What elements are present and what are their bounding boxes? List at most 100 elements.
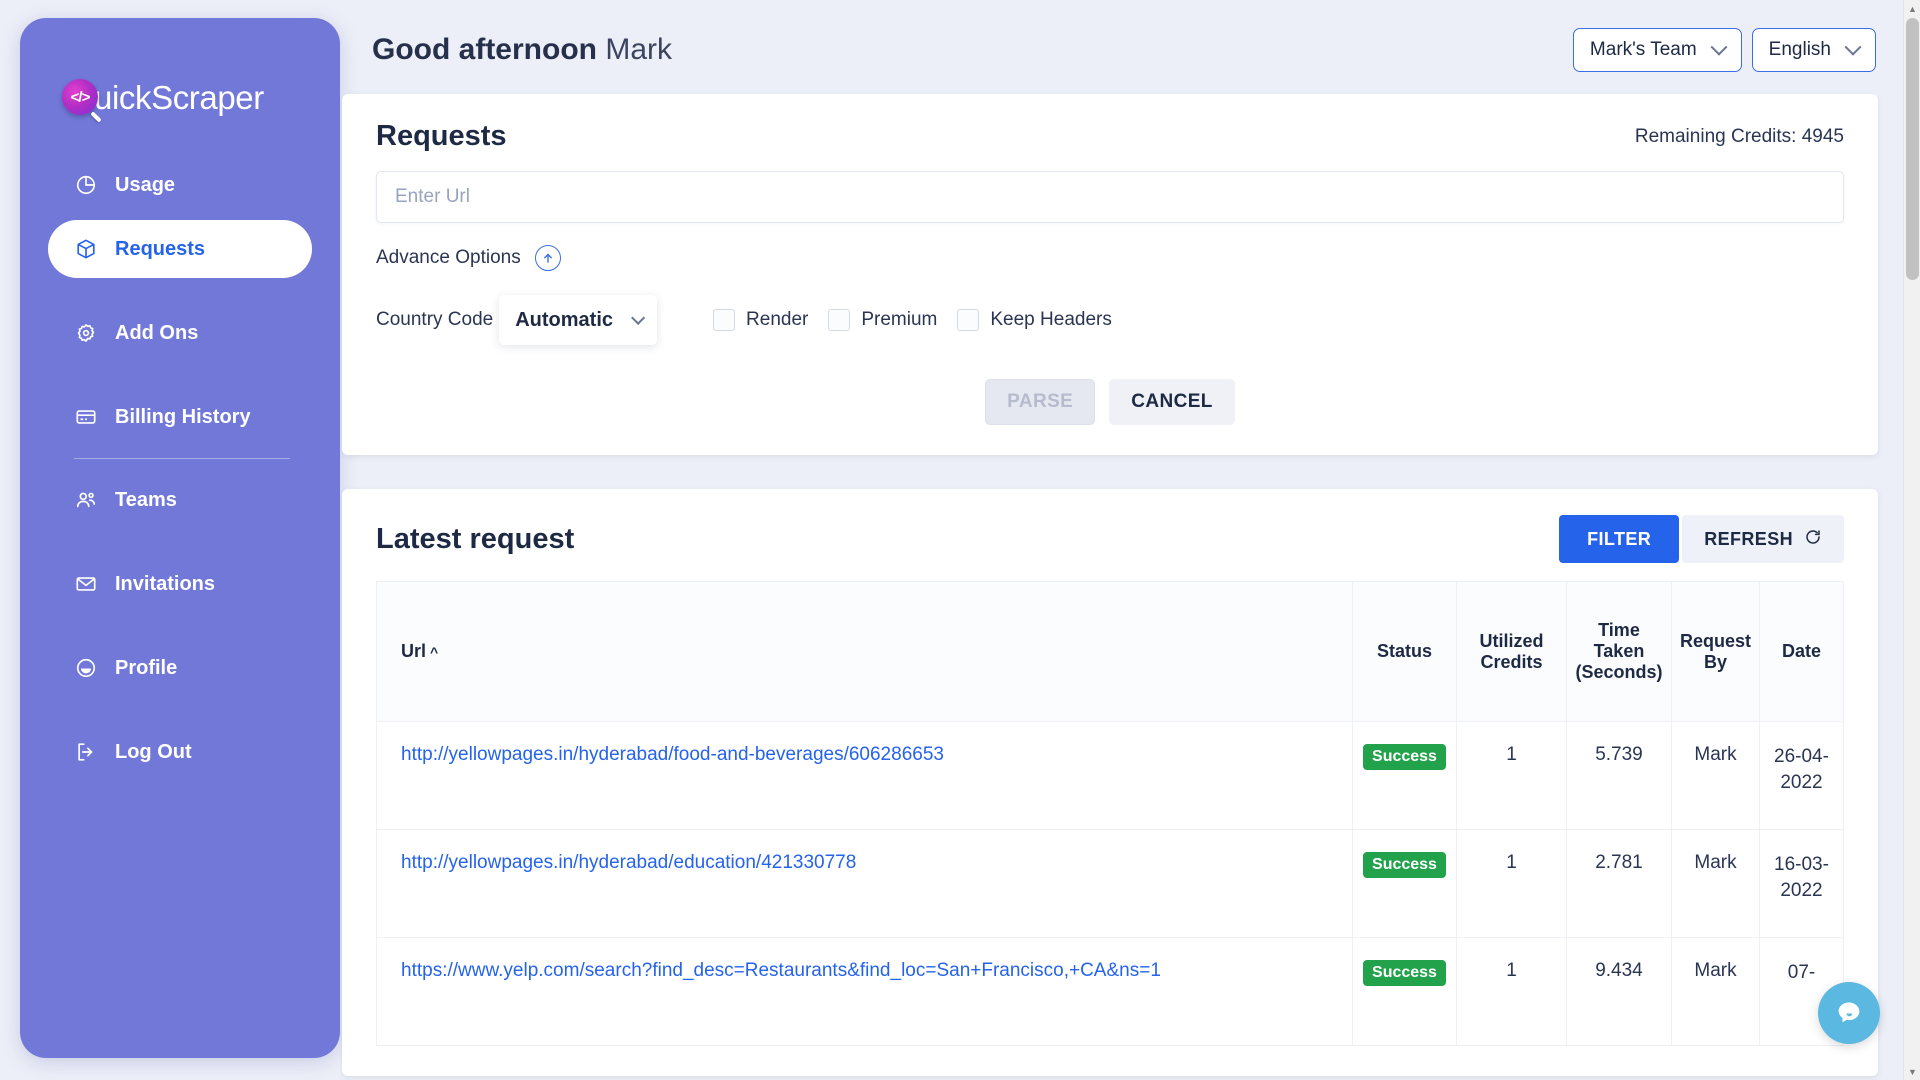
brand-logo-area: </> uickScraper	[20, 18, 340, 128]
sidebar-divider	[74, 458, 290, 459]
sidebar-item-profile[interactable]: Profile	[48, 639, 312, 697]
cell-date: 16-03-2022	[1759, 829, 1844, 938]
latest-request-title: Latest request	[376, 522, 575, 555]
requests-card: Requests Remaining Credits: 4945 Advance…	[342, 94, 1878, 455]
language-selector-label: English	[1768, 39, 1831, 60]
requests-table: Url ^ Status Utilized Credits Time Taken …	[376, 581, 1844, 1046]
sidebar-item-label: Profile	[115, 656, 178, 679]
envelope-icon	[74, 572, 98, 596]
filter-button[interactable]: FILTER	[1559, 515, 1680, 563]
table-header: Url ^ Status Utilized Credits Time Taken …	[376, 581, 1844, 722]
sidebar-item-add-ons[interactable]: Add Ons	[48, 304, 312, 362]
gear-icon	[74, 321, 98, 345]
advance-options-label: Advance Options	[376, 247, 521, 268]
brand-name: uickScraper	[94, 78, 264, 116]
sidebar-item-label: Billing History	[115, 405, 251, 428]
parse-button[interactable]: PARSE	[985, 379, 1096, 425]
sidebar-item-label: Requests	[115, 237, 206, 260]
column-header-status[interactable]: Status	[1351, 581, 1457, 722]
sidebar-item-usage[interactable]: Usage	[48, 156, 312, 214]
option-checkboxes: Render Premium Keep Headers	[713, 309, 1112, 331]
greeting-text: Good afternoon	[372, 33, 597, 66]
sidebar-item-invitations[interactable]: Invitations	[48, 555, 312, 613]
sidebar-item-label: Teams	[115, 488, 177, 511]
sidebar-item-billing-history[interactable]: Billing History	[48, 388, 312, 446]
column-header-utilized-credits[interactable]: Utilized Credits	[1455, 581, 1567, 722]
users-icon	[74, 488, 98, 512]
chevron-down-icon	[1710, 38, 1728, 56]
country-code-value: Automatic	[515, 308, 614, 331]
checkbox-box[interactable]	[957, 309, 980, 331]
cell-status: Success	[1351, 721, 1457, 830]
country-code-select[interactable]: Automatic	[499, 295, 658, 345]
latest-request-card: Latest request FILTER REFRESH Url ^ Stat…	[342, 489, 1878, 1076]
cell-time: 5.739	[1565, 721, 1672, 830]
sidebar-item-log-out[interactable]: Log Out	[48, 723, 312, 781]
column-header-request-by[interactable]: Request By	[1670, 581, 1761, 722]
page-title: Good afternoon Mark	[372, 33, 672, 67]
column-header-url[interactable]: Url ^	[376, 581, 1353, 722]
page-scrollbar[interactable]: ▲ ▼	[1903, 0, 1920, 1080]
cell-status: Success	[1351, 937, 1457, 1046]
checkbox-box[interactable]	[713, 309, 736, 331]
column-header-time-taken[interactable]: Time Taken (Seconds)	[1565, 581, 1672, 722]
status-badge: Success	[1363, 744, 1446, 770]
scroll-up-arrow-icon[interactable]: ▲	[1904, 0, 1920, 17]
cell-url: http://yellowpages.in/hyderabad/food-and…	[376, 721, 1353, 830]
sidebar: </> uickScraper Usage Requests Add Ons B…	[20, 18, 340, 1058]
team-selector[interactable]: Mark's Team	[1572, 28, 1742, 72]
chat-widget-button[interactable]	[1818, 982, 1880, 1044]
checkbox-label: Keep Headers	[990, 309, 1112, 330]
team-selector-label: Mark's Team	[1589, 39, 1697, 60]
cell-request-by: Mark	[1670, 937, 1761, 1046]
sidebar-item-label: Invitations	[115, 572, 216, 595]
url-input[interactable]	[376, 171, 1844, 223]
request-url-link[interactable]: http://yellowpages.in/hyderabad/educatio…	[401, 852, 856, 873]
chat-bubble-icon	[1838, 1002, 1860, 1023]
cell-request-by: Mark	[1670, 721, 1761, 830]
checkbox-box[interactable]	[828, 309, 851, 331]
cell-time: 9.434	[1565, 937, 1672, 1046]
requests-card-header: Requests Remaining Credits: 4945	[342, 94, 1878, 171]
sidebar-item-teams[interactable]: Teams	[48, 471, 312, 529]
refresh-button-label: REFRESH	[1704, 528, 1793, 549]
sidebar-item-requests[interactable]: Requests	[48, 220, 312, 278]
latest-request-header: Latest request FILTER REFRESH	[342, 489, 1878, 581]
latest-request-actions: FILTER REFRESH	[1559, 515, 1844, 563]
pie-chart-icon	[74, 173, 98, 197]
checkbox-render[interactable]: Render	[713, 309, 808, 331]
logo-code-glyph: </>	[70, 88, 91, 106]
refresh-button[interactable]: REFRESH	[1682, 515, 1844, 563]
checkbox-keep-headers[interactable]: Keep Headers	[957, 309, 1112, 331]
cancel-button[interactable]: CANCEL	[1109, 379, 1235, 425]
cell-date: 26-04-2022	[1759, 721, 1844, 830]
checkbox-premium[interactable]: Premium	[828, 309, 937, 331]
request-url-link[interactable]: http://yellowpages.in/hyderabad/food-and…	[401, 744, 944, 765]
chevron-down-icon	[631, 310, 646, 325]
request-url-link[interactable]: https://www.yelp.com/search?find_desc=Re…	[401, 960, 1161, 981]
column-header-date[interactable]: Date	[1759, 581, 1844, 722]
cube-icon	[74, 237, 98, 261]
checkbox-label: Premium	[861, 309, 938, 330]
scrollbar-thumb[interactable]	[1906, 18, 1919, 280]
cell-credits: 1	[1455, 937, 1567, 1046]
cell-credits: 1	[1455, 721, 1567, 830]
advance-options-toggle-up-icon[interactable]	[534, 245, 561, 271]
requests-title: Requests	[376, 120, 507, 152]
scroll-down-arrow-icon[interactable]: ▼	[1904, 1063, 1920, 1080]
cell-status: Success	[1351, 829, 1457, 938]
top-bar-controls: Mark's Team English	[1572, 28, 1876, 72]
cell-url: http://yellowpages.in/hyderabad/educatio…	[376, 829, 1353, 938]
sidebar-item-label: Usage	[115, 173, 176, 196]
sort-asc-icon: ^	[430, 644, 439, 660]
table-row: https://www.yelp.com/search?find_desc=Re…	[376, 937, 1844, 1046]
status-badge: Success	[1363, 852, 1446, 878]
language-selector[interactable]: English	[1751, 28, 1876, 72]
logout-icon	[74, 740, 98, 764]
chevron-down-icon	[1844, 38, 1862, 56]
status-badge: Success	[1363, 960, 1446, 986]
